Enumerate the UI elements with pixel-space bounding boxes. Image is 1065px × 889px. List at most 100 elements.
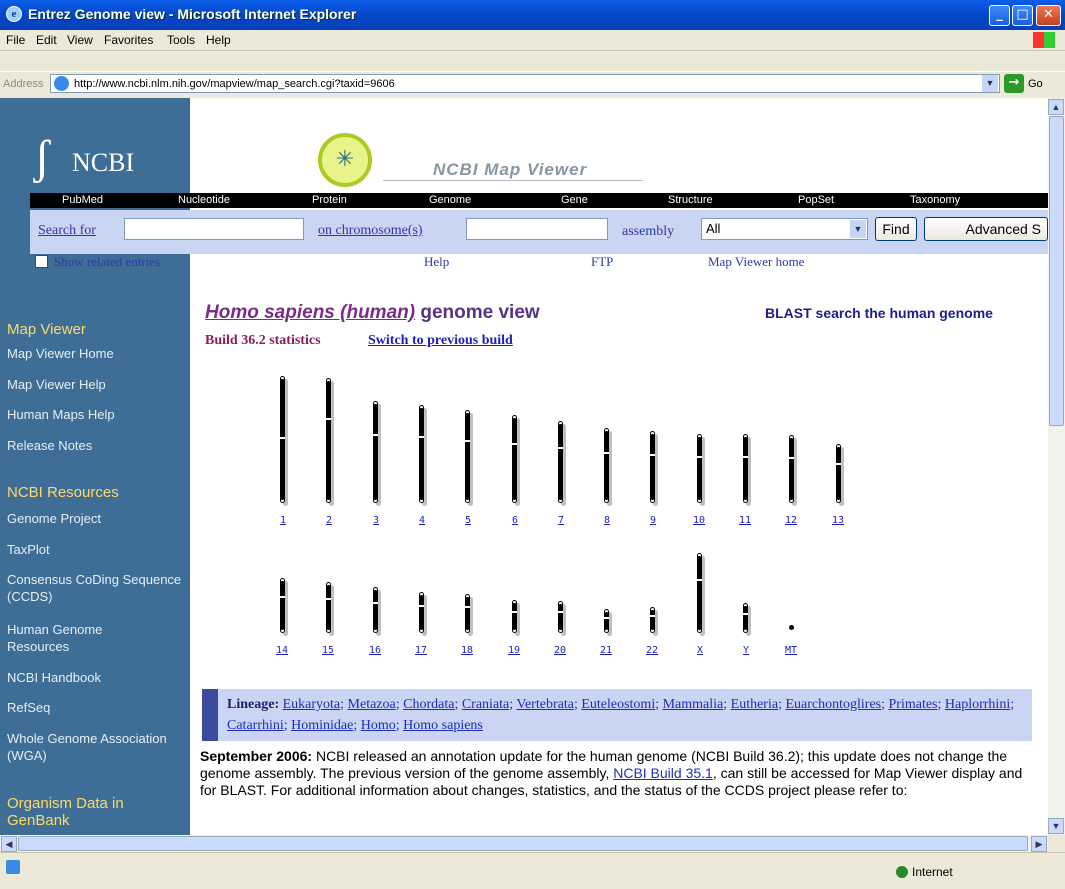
sidebar-item-ccds[interactable]: Consensus CoDing Sequence (CCDS) — [7, 571, 182, 605]
nav-gene[interactable]: Gene — [561, 194, 588, 206]
lineage-link[interactable]: Catarrhini — [227, 718, 284, 733]
chromosome-label-1[interactable]: 1 — [280, 515, 286, 526]
chromosome-label-19[interactable]: 19 — [508, 645, 520, 656]
chromosome-label-21[interactable]: 21 — [600, 645, 612, 656]
nav-pubmed[interactable]: PubMed — [62, 194, 103, 206]
lineage-link[interactable]: Craniata — [462, 697, 509, 712]
find-button[interactable]: Find — [875, 217, 917, 241]
chromosome-arm — [790, 438, 793, 500]
scroll-up-icon[interactable]: ▲ — [1048, 99, 1064, 115]
menu-edit[interactable]: Edit — [36, 33, 57, 47]
chromosome-label-16[interactable]: 16 — [369, 645, 381, 656]
go-button[interactable]: Go — [1028, 78, 1043, 90]
chromosome-label-9[interactable]: 9 — [650, 515, 656, 526]
lineage-link[interactable]: Euarchontoglires — [785, 697, 881, 712]
advanced-search-button[interactable]: Advanced S — [924, 217, 1048, 241]
chromosome-label-18[interactable]: 18 — [461, 645, 473, 656]
sidebar-item-genome-project[interactable]: Genome Project — [7, 510, 101, 527]
chromosome-label-6[interactable]: 6 — [512, 515, 518, 526]
nav-nucleotide[interactable]: Nucleotide — [178, 194, 230, 206]
assembly-select[interactable]: All ▼ — [701, 218, 868, 240]
sidebar-item-release-notes[interactable]: Release Notes — [7, 437, 92, 454]
scroll-down-icon[interactable]: ▼ — [1048, 818, 1064, 834]
chromosome-label-14[interactable]: 14 — [276, 645, 288, 656]
lineage-link[interactable]: Chordata — [403, 697, 454, 712]
chromosome-label-15[interactable]: 15 — [322, 645, 334, 656]
sidebar-item-map-viewer-help[interactable]: Map Viewer Help — [7, 376, 106, 393]
mitochondrial-dot[interactable] — [789, 625, 794, 630]
chromosome-arm — [698, 556, 701, 630]
address-url[interactable]: http://www.ncbi.nlm.nih.gov/mapview/map_… — [74, 78, 395, 90]
horizontal-scroll-thumb[interactable] — [18, 836, 1028, 851]
chromosome-input[interactable] — [466, 218, 608, 240]
lineage-link[interactable]: Haplorrhini — [945, 697, 1010, 712]
lineage-link[interactable]: Eutheria — [731, 697, 778, 712]
lineage-link[interactable]: Eukaryota — [283, 697, 341, 712]
menu-tools[interactable]: Tools — [167, 33, 195, 47]
ftp-link[interactable]: FTP — [591, 254, 613, 270]
lineage-link[interactable]: Vertebrata — [516, 697, 574, 712]
sidebar-item-wga[interactable]: Whole Genome Association (WGA) — [7, 730, 177, 764]
chromosome-label-8[interactable]: 8 — [604, 515, 610, 526]
lineage-link[interactable]: Euteleostomi — [581, 697, 655, 712]
chromosome-label-13[interactable]: 13 — [832, 515, 844, 526]
search-input[interactable] — [124, 218, 304, 240]
close-button[interactable]: ✕ — [1036, 5, 1061, 26]
menu-favorites[interactable]: Favorites — [104, 33, 153, 47]
nav-structure[interactable]: Structure — [668, 194, 713, 206]
chromosome-label-22[interactable]: 22 — [646, 645, 658, 656]
map-viewer-home-link[interactable]: Map Viewer home — [708, 254, 804, 270]
ncbi-build-35-link[interactable]: NCBI Build 35.1 — [613, 765, 713, 781]
nav-genome[interactable]: Genome — [429, 194, 471, 206]
sidebar-item-taxplot[interactable]: TaxPlot — [7, 541, 50, 558]
nav-protein[interactable]: Protein — [312, 194, 347, 206]
chromosome-label-MT[interactable]: MT — [785, 645, 797, 656]
chromosome-label-3[interactable]: 3 — [373, 515, 379, 526]
chromosome-label-Y[interactable]: Y — [743, 645, 749, 656]
chromosome-label-20[interactable]: 20 — [554, 645, 566, 656]
lineage-link[interactable]: Primates — [889, 697, 938, 712]
minimize-button[interactable]: _ — [989, 5, 1010, 26]
centromere — [743, 456, 748, 458]
search-for-link[interactable]: Search for — [38, 223, 96, 239]
nav-popset[interactable]: PopSet — [798, 194, 834, 206]
chromosome-label-17[interactable]: 17 — [415, 645, 427, 656]
chromosome-label-2[interactable]: 2 — [326, 515, 332, 526]
chromosome-label-12[interactable]: 12 — [785, 515, 797, 526]
switch-build-link[interactable]: Switch to previous build — [368, 333, 513, 349]
build-statistics-link[interactable]: Build 36.2 statistics — [205, 333, 321, 349]
lineage-link[interactable]: Hominidae — [291, 718, 353, 733]
species-link[interactable]: Homo sapiens (human) — [205, 302, 415, 323]
chromosome-label-10[interactable]: 10 — [693, 515, 705, 526]
lineage-link[interactable]: Metazoa — [348, 697, 396, 712]
sidebar-item-ncbi-handbook[interactable]: NCBI Handbook — [7, 669, 101, 686]
sidebar-item-human-maps-help[interactable]: Human Maps Help — [7, 406, 115, 423]
menu-file[interactable]: File — [6, 33, 25, 47]
sidebar-item-refseq[interactable]: RefSeq — [7, 699, 50, 716]
scroll-left-icon[interactable]: ◀ — [1, 836, 17, 852]
on-chromosome-link[interactable]: on chromosome(s) — [318, 223, 423, 239]
sidebar-item-human-genome-resources[interactable]: Human Genome Resources — [7, 621, 167, 655]
chevron-down-icon[interactable]: ▼ — [850, 220, 866, 238]
go-arrow-icon[interactable]: → — [1004, 74, 1024, 93]
vertical-scroll-thumb[interactable] — [1049, 116, 1064, 426]
show-related-checkbox[interactable] — [35, 255, 48, 268]
centromere — [326, 418, 331, 420]
chromosome-label-X[interactable]: X — [697, 645, 703, 656]
scroll-right-icon[interactable]: ▶ — [1031, 836, 1047, 852]
menu-view[interactable]: View — [67, 33, 93, 47]
nav-taxonomy[interactable]: Taxonomy — [910, 194, 960, 206]
help-link[interactable]: Help — [424, 254, 449, 270]
sidebar-item-map-viewer-home[interactable]: Map Viewer Home — [7, 345, 114, 362]
lineage-link[interactable]: Mammalia — [663, 697, 724, 712]
blast-link[interactable]: BLAST search the human genome — [765, 305, 993, 321]
lineage-link[interactable]: Homo — [361, 718, 396, 733]
chromosome-label-5[interactable]: 5 — [465, 515, 471, 526]
menu-help[interactable]: Help — [206, 33, 231, 47]
address-dropdown-icon[interactable]: ▼ — [982, 75, 998, 92]
chromosome-label-7[interactable]: 7 — [558, 515, 564, 526]
maximize-button[interactable]: □ — [1012, 5, 1033, 26]
chromosome-label-4[interactable]: 4 — [419, 515, 425, 526]
lineage-link[interactable]: Homo sapiens — [403, 718, 483, 733]
chromosome-label-11[interactable]: 11 — [739, 515, 751, 526]
